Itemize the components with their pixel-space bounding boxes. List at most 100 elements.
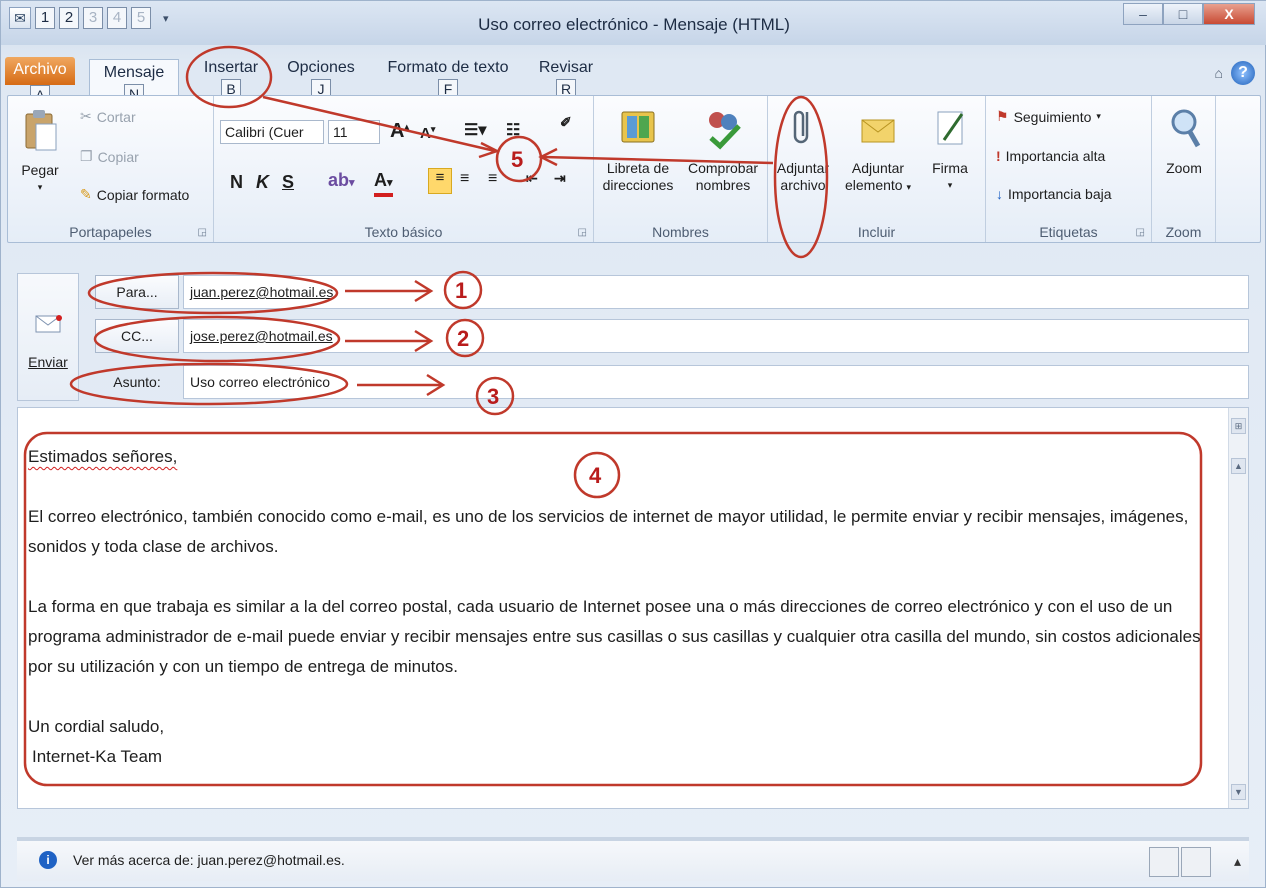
group-label-incluir: Incluir — [857, 224, 896, 240]
tab-revisar[interactable]: Revisar R — [531, 59, 601, 99]
align-right-icon[interactable]: ≡ — [488, 170, 497, 188]
address-book-icon — [621, 111, 655, 143]
close-button[interactable]: X — [1203, 3, 1255, 25]
tab-archivo-label: Archivo — [13, 61, 67, 78]
grow-font-icon[interactable]: A▴ — [390, 120, 409, 143]
attach-file-button[interactable]: Adjuntar archivo — [772, 106, 834, 194]
scissors-icon: ✂ — [80, 108, 92, 124]
to-button-label: Para... — [116, 284, 158, 300]
highlight-icon[interactable]: ab▾ — [328, 170, 355, 191]
increase-indent-icon[interactable]: ⇥ — [554, 170, 566, 187]
italic-label: K — [256, 172, 269, 192]
exclamation-icon: ! — [996, 148, 1001, 164]
align-left-icon[interactable]: ≡ — [428, 168, 452, 194]
etiquetas-launcher-icon[interactable]: ◲ — [1136, 227, 1145, 238]
cc-button-label: CC... — [121, 328, 153, 344]
high-importance-label: Importancia alta — [1005, 148, 1106, 164]
minimize-button[interactable]: – — [1123, 3, 1163, 25]
group-label-zoom: Zoom — [1165, 224, 1202, 240]
expand-people-pane-icon[interactable]: ▴ — [1234, 853, 1241, 870]
outlook-message-window: ✉ 1 2 3 4 5 ▾ Uso correo electrónico - M… — [0, 0, 1266, 888]
minimize-ribbon-icon[interactable]: ⌂ — [1215, 65, 1223, 81]
ruler-toggle-icon[interactable]: ⊞ — [1231, 418, 1246, 434]
group-zoom: Zoom Zoom — [1152, 96, 1216, 242]
copy-button[interactable]: ❐ Copiar — [80, 148, 139, 165]
magnifier-icon — [1171, 109, 1201, 148]
message-greeting: Estimados señores, — [28, 447, 178, 466]
bold-button[interactable]: N — [230, 172, 243, 193]
ribbon: Pegar ▾ ✂ Cortar ❐ Copiar ✎ Copiar forma… — [7, 95, 1261, 243]
message-body[interactable]: Estimados señores, El correo electrónico… — [17, 407, 1249, 809]
contact-photo-icon-2[interactable] — [1181, 847, 1211, 877]
signature-dropdown-icon: ▾ — [947, 180, 953, 190]
vertical-scrollbar[interactable]: ⊞ ▲ ▼ — [1228, 408, 1248, 808]
help-icon[interactable]: ? — [1231, 61, 1255, 85]
tab-insertar-label: Insertar — [203, 59, 259, 76]
subject-field[interactable]: Uso correo electrónico — [183, 365, 1249, 399]
signature-button[interactable]: Firma ▾ — [922, 106, 978, 194]
check-names-label: Comprobar nombres — [687, 160, 759, 193]
texto-basico-launcher-icon[interactable]: ◲ — [578, 227, 587, 238]
people-pane-bar: i Ver más acerca de: juan.perez@hotmail.… — [17, 837, 1249, 881]
group-label-texto-basico: Texto básico — [364, 224, 443, 240]
scroll-up-icon[interactable]: ▲ — [1231, 458, 1246, 474]
subject-label: Asunto: — [113, 374, 161, 390]
format-painter-button[interactable]: ✎ Copiar formato — [80, 186, 189, 203]
message-paragraph-2: La forma en que trabaja es similar a la … — [28, 597, 1201, 676]
to-field[interactable]: juan.perez@hotmail.es — [183, 275, 1249, 309]
tab-opciones[interactable]: Opciones J — [281, 59, 361, 99]
cut-button[interactable]: ✂ Cortar — [80, 108, 136, 125]
message-signature: Internet-Ka Team — [32, 747, 163, 766]
cc-field[interactable]: jose.perez@hotmail.es — [183, 319, 1249, 353]
message-paragraph-1: El correo electrónico, también conocido … — [28, 507, 1189, 556]
tab-revisar-label: Revisar — [538, 59, 594, 76]
low-importance-button[interactable]: ↓ Importancia baja — [996, 186, 1112, 202]
italic-button[interactable]: K — [256, 172, 269, 193]
paste-dropdown-icon[interactable]: ▾ — [14, 179, 66, 196]
clipboard-icon — [25, 110, 57, 151]
tab-archivo[interactable]: Archivo A — [5, 57, 75, 105]
check-names-button[interactable]: Comprobar nombres — [682, 106, 764, 194]
numbering-icon[interactable]: ☷ — [506, 120, 520, 140]
copy-label: Copiar — [97, 148, 139, 165]
align-center-icon[interactable]: ≡ — [460, 170, 469, 188]
zoom-button[interactable]: Zoom — [1158, 106, 1210, 177]
tab-insertar[interactable]: Insertar B — [191, 59, 271, 99]
paste-label: Pegar — [21, 162, 59, 178]
attach-item-dropdown-icon: ▾ — [906, 182, 911, 192]
font-size-combo[interactable]: 11 — [328, 120, 380, 144]
window-title: Uso correo electrónico - Mensaje (HTML) — [478, 15, 790, 34]
paintbrush-icon: ✎ — [80, 186, 92, 202]
paste-button[interactable]: Pegar ▾ — [14, 108, 66, 196]
group-label-etiquetas: Etiquetas — [1039, 224, 1098, 240]
tab-formato-de-texto[interactable]: Formato de texto F — [381, 59, 515, 99]
follow-up-button[interactable]: ⚑ Seguimiento ▾ — [996, 108, 1101, 125]
high-importance-button[interactable]: ! Importancia alta — [996, 148, 1105, 164]
status-text[interactable]: Ver más acerca de: juan.perez@hotmail.es… — [73, 852, 345, 868]
tab-mensaje[interactable]: Mensaje N — [89, 59, 179, 104]
copy-icon: ❐ — [80, 148, 93, 164]
decrease-indent-icon[interactable]: ⇤ — [526, 170, 538, 187]
font-name-combo[interactable]: Calibri (Cuer — [220, 120, 324, 144]
attach-item-button[interactable]: Adjuntar elemento ▾ — [838, 106, 918, 196]
address-book-button[interactable]: Libreta de direcciones — [598, 106, 678, 194]
bullets-icon[interactable]: ☰▾ — [464, 120, 486, 140]
contact-photo-icon[interactable] — [1149, 847, 1179, 877]
cc-value: jose.perez@hotmail.es — [190, 328, 333, 344]
portapapeles-launcher-icon[interactable]: ◲ — [198, 227, 207, 238]
to-button[interactable]: Para... — [95, 275, 179, 309]
scroll-down-icon[interactable]: ▼ — [1231, 784, 1246, 800]
cc-button[interactable]: CC... — [95, 319, 179, 353]
shrink-font-icon[interactable]: A▾ — [420, 124, 435, 142]
underline-button[interactable]: S — [282, 172, 294, 193]
group-etiquetas: ⚑ Seguimiento ▾ ! Importancia alta ↓ Imp… — [986, 96, 1152, 242]
send-button[interactable]: Enviar — [17, 273, 79, 401]
group-texto-basico: Calibri (Cuer 11 A▴ A▾ ☰▾ ☷ N K S ab▾ A▾… — [214, 96, 594, 242]
flag-icon: ⚑ — [996, 108, 1009, 124]
maximize-button[interactable]: □ — [1163, 3, 1203, 25]
envelope-attach-icon — [861, 119, 895, 143]
clear-format-icon[interactable]: ✐ — [560, 114, 572, 131]
group-incluir: Adjuntar archivo Adjuntar elemento ▾ Fir… — [768, 96, 986, 242]
message-text[interactable]: Estimados señores, El correo electrónico… — [28, 442, 1218, 772]
font-color-icon[interactable]: A▾ — [374, 170, 393, 197]
